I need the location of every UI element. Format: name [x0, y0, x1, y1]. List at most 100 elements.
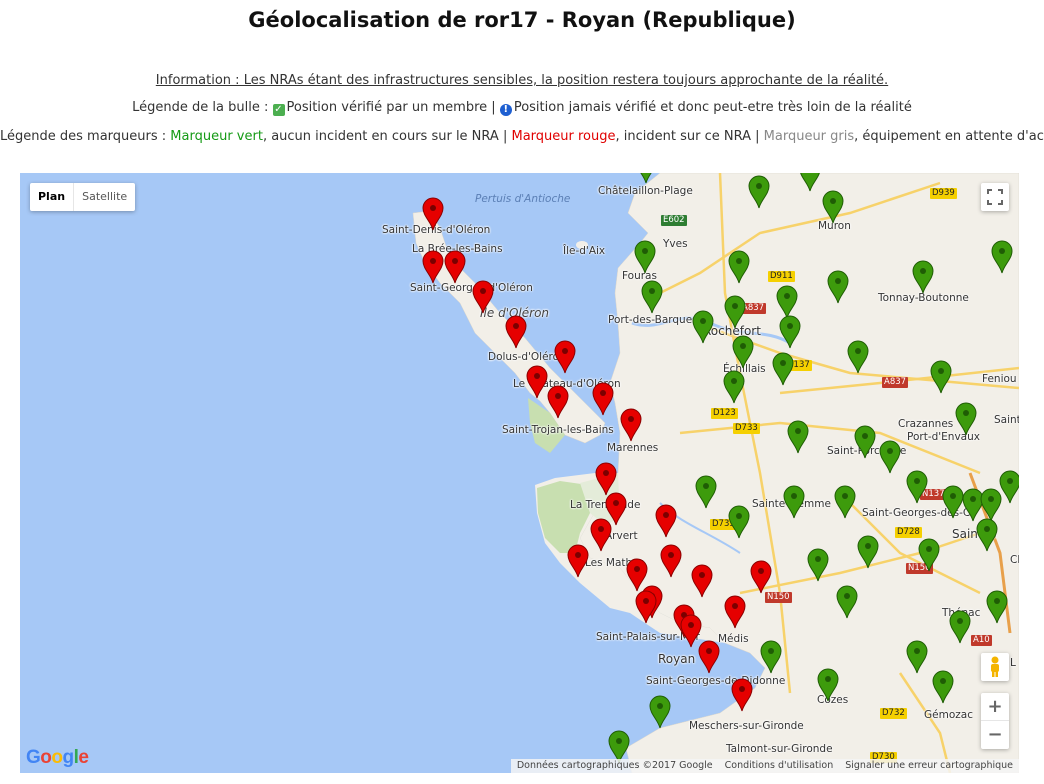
marker-legend-red-label: Marqueur rouge — [511, 129, 616, 144]
bubble-legend-separator: | — [491, 100, 496, 115]
green-marker[interactable] — [847, 340, 869, 374]
page-title: Géolocalisation de ror17 - Royan (Republ… — [248, 8, 796, 32]
green-marker[interactable] — [836, 585, 858, 619]
green-marker[interactable] — [760, 640, 782, 674]
marker-legend-grey-label: Marqueur gris — [763, 129, 855, 144]
fullscreen-button[interactable] — [981, 183, 1009, 211]
green-marker[interactable] — [634, 240, 656, 274]
red-marker[interactable] — [505, 315, 527, 349]
green-marker[interactable] — [692, 310, 714, 344]
info-notice: Information : Les NRAs étant des infrast… — [155, 73, 889, 88]
green-marker[interactable] — [723, 370, 745, 404]
map-type-control: Plan Satellite — [30, 183, 136, 211]
red-marker[interactable] — [626, 558, 648, 592]
map-type-satellite-button[interactable]: Satellite — [74, 183, 135, 211]
green-marker[interactable] — [695, 475, 717, 509]
green-marker[interactable] — [822, 190, 844, 224]
green-marker[interactable] — [779, 315, 801, 349]
fullscreen-icon — [987, 189, 1003, 205]
green-marker[interactable] — [787, 420, 809, 454]
green-marker[interactable] — [783, 485, 805, 519]
red-marker[interactable] — [422, 197, 444, 231]
green-marker[interactable] — [932, 670, 954, 704]
red-marker[interactable] — [526, 365, 548, 399]
green-marker[interactable] — [980, 488, 1002, 522]
green-marker[interactable] — [930, 360, 952, 394]
green-marker[interactable] — [732, 335, 754, 369]
green-marker[interactable] — [641, 280, 663, 314]
bubble-legend-prefix: Légende de la bulle : — [132, 100, 269, 115]
marker-legend-prefix: Légende des marqueurs : — [0, 129, 167, 144]
green-marker[interactable] — [834, 485, 856, 519]
green-marker[interactable] — [906, 640, 928, 674]
red-marker[interactable] — [750, 560, 772, 594]
red-marker[interactable] — [444, 250, 466, 284]
green-marker[interactable] — [776, 285, 798, 319]
green-marker[interactable] — [962, 488, 984, 522]
green-marker[interactable] — [942, 485, 964, 519]
zoom-control: + − — [981, 693, 1009, 749]
marker-legend-green-label: Marqueur vert — [170, 129, 263, 144]
zoom-out-button[interactable]: − — [981, 721, 1009, 749]
green-marker[interactable] — [986, 590, 1008, 624]
green-marker[interactable] — [912, 260, 934, 294]
red-marker[interactable] — [547, 385, 569, 419]
red-marker[interactable] — [620, 408, 642, 442]
report-error-link[interactable]: Signaler une erreur cartographique — [845, 759, 1013, 773]
green-marker[interactable] — [879, 440, 901, 474]
red-marker[interactable] — [724, 595, 746, 629]
zoom-in-button[interactable]: + — [981, 693, 1009, 721]
bubble-legend: Légende de la bulle : ✓ Position vérifié … — [0, 100, 1044, 116]
green-marker[interactable] — [800, 173, 820, 192]
green-marker[interactable] — [728, 505, 750, 539]
red-marker[interactable] — [635, 590, 657, 624]
green-marker[interactable] — [991, 240, 1013, 274]
marker-legend-separator-1: | — [502, 129, 508, 144]
green-marker[interactable] — [976, 518, 998, 552]
bubble-legend-verified: Position vérifié par un membre — [286, 100, 488, 115]
red-marker[interactable] — [731, 678, 753, 712]
green-marker[interactable] — [827, 270, 849, 304]
green-marker[interactable] — [854, 425, 876, 459]
red-marker[interactable] — [567, 544, 589, 578]
unverified-exclamation-icon: ! — [499, 104, 512, 116]
green-marker[interactable] — [649, 695, 671, 729]
red-marker[interactable] — [590, 518, 612, 552]
map-footer: Données cartographiques ©2017 Google Con… — [510, 759, 1019, 773]
green-marker[interactable] — [636, 173, 656, 184]
google-logo[interactable]: Google — [26, 747, 89, 769]
green-marker[interactable] — [807, 548, 829, 582]
green-marker[interactable] — [857, 535, 879, 569]
green-marker[interactable] — [999, 470, 1019, 504]
terms-link[interactable]: Conditions d'utilisation — [725, 759, 834, 773]
green-marker[interactable] — [728, 250, 750, 284]
red-marker[interactable] — [660, 544, 682, 578]
marker-legend-green-text: , aucun incident en cours sur le NRA — [262, 129, 499, 144]
red-marker[interactable] — [698, 640, 720, 674]
marker-legend-separator-2: | — [755, 129, 760, 144]
green-marker[interactable] — [748, 175, 770, 209]
green-marker[interactable] — [949, 610, 971, 644]
marker-layer — [422, 173, 1019, 764]
red-marker[interactable] — [554, 340, 576, 374]
green-marker[interactable] — [906, 470, 928, 504]
red-marker[interactable] — [680, 614, 702, 648]
map-canvas[interactable]: Pertuis d'Antioche Châtelaillon-Plage Sa… — [20, 173, 1019, 773]
green-marker[interactable] — [772, 352, 794, 386]
red-marker[interactable] — [422, 250, 444, 284]
green-marker[interactable] — [724, 295, 746, 329]
red-marker[interactable] — [655, 504, 677, 538]
green-marker[interactable] — [955, 402, 977, 436]
marker-legend: Légende des marqueurs : Marqueur vert, a… — [0, 129, 1044, 144]
red-marker[interactable] — [691, 564, 713, 598]
green-marker[interactable] — [817, 668, 839, 702]
red-marker[interactable] — [595, 462, 617, 496]
map-type-plan-button[interactable]: Plan — [30, 183, 75, 211]
red-marker[interactable] — [605, 492, 627, 526]
verified-check-icon: ✓ — [272, 104, 285, 116]
marker-legend-grey-text: , équipement en attente d'activation — [854, 129, 1044, 144]
red-marker[interactable] — [472, 280, 494, 314]
green-marker[interactable] — [918, 538, 940, 572]
street-view-pegman-button[interactable] — [981, 653, 1009, 681]
red-marker[interactable] — [592, 382, 614, 416]
